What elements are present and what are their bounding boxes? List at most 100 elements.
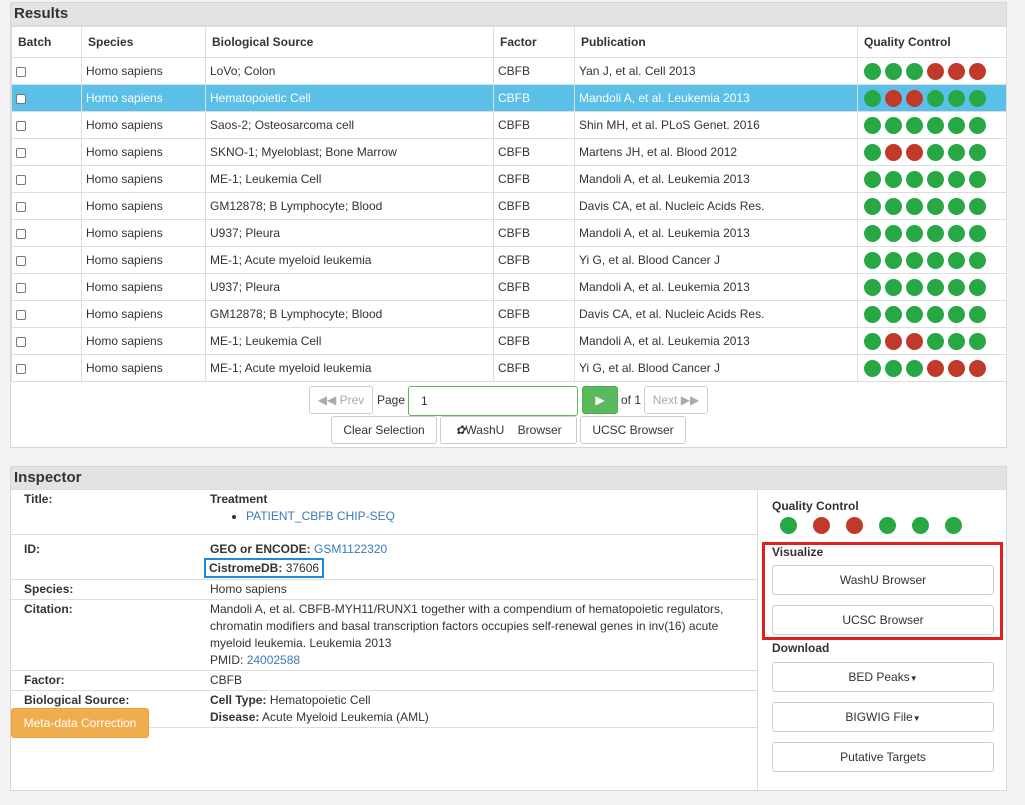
treatment-link[interactable]: PATIENT_CBFB CHIP-SEQ [246, 509, 395, 523]
bed-peaks-dropdown[interactable]: BED Peaks▼ [772, 662, 994, 692]
clear-selection-button[interactable]: Clear Selection [331, 416, 437, 444]
cistromedb-label: CistromeDB: [209, 560, 283, 575]
treatment-item: PATIENT_CBFB CHIP-SEQ [246, 508, 757, 525]
qc-pass-icon [864, 116, 881, 134]
table-row[interactable]: Homo sapiens Saos-2; Osteosarcoma cell CBF… [11, 111, 1007, 139]
table-row[interactable]: Homo sapiens ME-1; Acute myeloid leukemia… [11, 354, 1007, 382]
qc-pass-icon [927, 251, 944, 269]
qc-pass-icon [864, 332, 881, 350]
qc-label: Quality Control [772, 499, 859, 513]
table-row[interactable]: Homo sapiens ME-1; Acute myeloid leukemia… [11, 246, 1007, 274]
qc-pass-icon [948, 143, 965, 161]
factor-cell: CBFB [493, 192, 575, 220]
batch-checkbox[interactable] [16, 93, 26, 104]
ucsc-browser-button[interactable]: UCSC Browser [580, 416, 686, 444]
species-value: Homo sapiens [210, 579, 757, 600]
page-label: Page [377, 393, 406, 407]
qc-pass-icon [864, 305, 881, 323]
qc-pass-icon [948, 116, 965, 134]
row-factor: Factor: CBFB [11, 670, 757, 691]
batch-cell [11, 327, 82, 355]
col-batch[interactable]: Batch [11, 26, 82, 58]
qc-pass-icon [948, 332, 965, 350]
washu-browser-button[interactable]: ✿WashU Browser [440, 416, 577, 444]
batch-checkbox[interactable] [16, 174, 26, 185]
factor-cell: CBFB [493, 300, 575, 328]
batch-checkbox[interactable] [16, 147, 26, 158]
table-row[interactable]: Homo sapiens GM12878; B Lymphocyte; Blood… [11, 192, 1007, 220]
inspector-sidebar: Quality Control Visualize WashU Browser … [757, 490, 1006, 790]
geo-link[interactable]: GSM1122320 [314, 542, 387, 556]
qc-cell [857, 192, 1007, 220]
double-chevron-left-icon: ◀◀ [317, 393, 337, 407]
qc-pass-icon [927, 278, 944, 296]
factor-cell: CBFB [493, 219, 575, 247]
qc-pass-icon [969, 143, 986, 161]
prev-button[interactable]: ◀◀ Prev [309, 386, 373, 414]
table-row[interactable]: Homo sapiens LoVo; Colon CBFB Yan J, et al.… [11, 57, 1007, 85]
qc-fail-icon [948, 62, 965, 80]
qc-fail-icon [906, 89, 923, 107]
species-cell: Homo sapiens [81, 165, 206, 193]
species-cell: Homo sapiens [81, 192, 206, 220]
batch-checkbox[interactable] [16, 363, 26, 374]
batch-checkbox[interactable] [16, 336, 26, 347]
table-row[interactable]: Homo sapiens ME-1; Leukemia Cell CBFB Mando… [11, 327, 1007, 355]
qc-pass-icon [948, 251, 965, 269]
metadata-correction-button[interactable]: Meta-data Correction [11, 708, 149, 738]
qc-pass-icon [906, 278, 923, 296]
factor-cell: CBFB [493, 273, 575, 301]
qc-pass-icon [864, 278, 881, 296]
qc-fail-icon [885, 332, 902, 350]
species-cell: Homo sapiens [81, 57, 206, 85]
inspector-table: Title: Treatment PATIENT_CBFB CHIP-SEQ I… [11, 490, 757, 728]
next-button[interactable]: Next ▶▶ [644, 386, 708, 414]
results-body: Homo sapiens LoVo; Colon CBFB Yan J, et al.… [11, 57, 1007, 382]
qc-pass-icon [885, 197, 902, 215]
qc-cell [857, 219, 1007, 247]
double-chevron-right-icon: ▶▶ [680, 393, 700, 407]
table-row[interactable]: Homo sapiens ME-1; Leukemia Cell CBFB Mando… [11, 165, 1007, 193]
col-publication[interactable]: Publication [574, 26, 858, 58]
qc-pass-icon [969, 170, 986, 188]
col-quality-control[interactable]: Quality Control [857, 26, 1007, 58]
species-label: Species: [11, 579, 210, 600]
caret-down-icon: ▼ [909, 674, 918, 683]
putative-targets-button[interactable]: Putative Targets [772, 742, 994, 772]
caret-down-icon: ▼ [912, 714, 921, 723]
batch-checkbox[interactable] [16, 120, 26, 131]
batch-checkbox[interactable] [16, 309, 26, 320]
batch-checkbox[interactable] [16, 282, 26, 293]
qc-fail-icon [885, 143, 902, 161]
table-row[interactable]: Homo sapiens SKNO-1; Myeloblast; Bone Mar… [11, 138, 1007, 166]
qc-pass-icon [864, 143, 881, 161]
page-input[interactable]: 1 [408, 386, 578, 416]
batch-cell [11, 84, 82, 112]
sidebar-ucsc-button[interactable]: UCSC Browser [772, 605, 994, 635]
pmid-link[interactable]: 24002588 [247, 653, 300, 667]
qc-fail-icon [927, 359, 944, 377]
col-species[interactable]: Species [81, 26, 206, 58]
qc-pass-icon [879, 517, 896, 534]
sidebar-washu-button[interactable]: WashU Browser [772, 565, 994, 595]
qc-fail-icon [846, 517, 863, 534]
source-cell: ME-1; Leukemia Cell [205, 165, 494, 193]
table-row[interactable]: Homo sapiens Hematopoietic Cell CBFB Mandol… [11, 84, 1007, 112]
batch-checkbox[interactable] [16, 201, 26, 212]
go-button[interactable]: ▶ [582, 386, 618, 414]
batch-checkbox[interactable] [16, 228, 26, 239]
bigwig-dropdown[interactable]: BIGWIG File▼ [772, 702, 994, 732]
qc-cell [857, 111, 1007, 139]
qc-pass-icon [927, 197, 944, 215]
table-row[interactable]: Homo sapiens GM12878; B Lymphocyte; Blood… [11, 300, 1007, 328]
publication-cell: Yi G, et al. Blood Cancer J [574, 246, 858, 274]
col-factor[interactable]: Factor [493, 26, 575, 58]
col-biological-source[interactable]: Biological Source [205, 26, 494, 58]
qc-cell [857, 57, 1007, 85]
batch-checkbox[interactable] [16, 255, 26, 266]
qc-pass-icon [885, 359, 902, 377]
batch-checkbox[interactable] [16, 66, 26, 77]
table-row[interactable]: Homo sapiens U937; Pleura CBFB Mandoli A, e… [11, 219, 1007, 247]
table-row[interactable]: Homo sapiens U937; Pleura CBFB Mandoli A, e… [11, 273, 1007, 301]
qc-pass-icon [885, 224, 902, 242]
